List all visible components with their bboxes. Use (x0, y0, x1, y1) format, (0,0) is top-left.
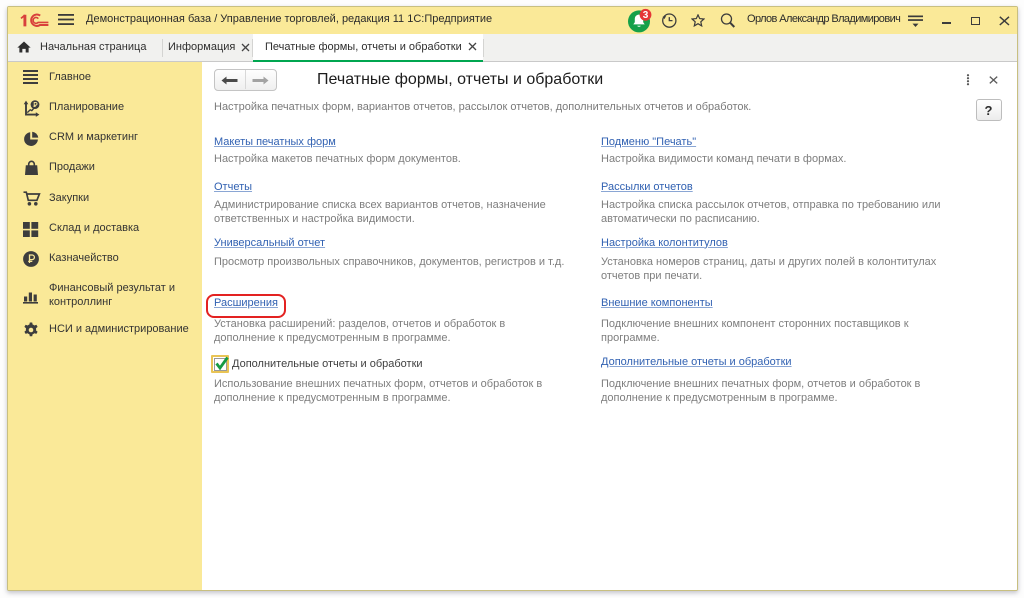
svg-text:3: 3 (643, 10, 649, 21)
